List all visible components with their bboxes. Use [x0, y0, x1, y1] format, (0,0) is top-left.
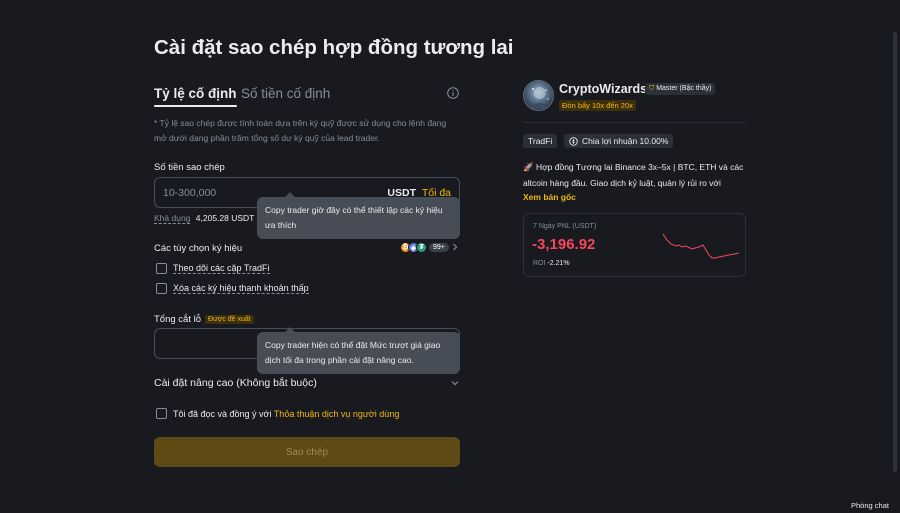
usdt-icon: ₮: [416, 242, 427, 253]
see-original-link[interactable]: Xem bản gốc: [523, 192, 576, 202]
agreement-text: Tôi đã đọc và đồng ý với Thỏa thuận dịch…: [173, 409, 399, 419]
divider: [523, 122, 746, 123]
trader-name[interactable]: CryptoWizards: [559, 82, 647, 96]
pnl-sparkline: [662, 233, 740, 259]
roi: ROI -2.21%: [533, 260, 570, 267]
available-value: 4,205.28 USDT: [195, 213, 255, 223]
master-level-label: Master (Bậc thầy): [656, 85, 712, 92]
symbol-settings-tooltip: Copy trader giờ đây có thể thiết lập các…: [257, 192, 460, 239]
page-title: Cài đặt sao chép hợp đồng tương lai: [154, 36, 514, 59]
available-label: Khả dụng: [154, 213, 191, 224]
remove-low-liquidity-checkbox[interactable]: [156, 283, 167, 294]
pnl-card: 7 Ngày PNL (USDT) -3,196.92 ROI -2.21%: [523, 213, 746, 277]
tradfi-tag: TradFi: [523, 134, 558, 148]
master-badge: ⛉ Master (Bậc thầy): [645, 83, 716, 95]
tab-fixed-amount[interactable]: Số tiền cố định: [241, 86, 330, 101]
copy-button[interactable]: Sao chép: [154, 437, 460, 467]
slippage-tooltip: Copy trader hiện có thể đặt Mức trượt gi…: [257, 327, 460, 374]
copy-amount-label: Số tiền sao chép: [154, 162, 225, 173]
tab-fixed-ratio[interactable]: Tỷ lệ cố định: [154, 86, 237, 107]
follow-tradfi-checkbox[interactable]: [156, 263, 167, 274]
chevron-right-icon[interactable]: [451, 243, 459, 251]
follow-tradfi-label: Theo dõi các cặp TradFi: [173, 263, 270, 274]
agreement-checkbox[interactable]: [156, 408, 167, 419]
stop-loss-label: Tổng cắt lỗ Được đề xuất: [154, 314, 254, 325]
profit-share-tag: Chia lợi nhuận 10.00%: [564, 134, 674, 148]
leverage-badge: Đòn bẩy 10x đến 20x: [559, 100, 636, 111]
info-icon[interactable]: [447, 87, 459, 99]
user-agreement-link[interactable]: Thỏa thuận dịch vụ người dùng: [274, 409, 400, 419]
copy-ratio-description: * Tỷ lệ sao chép được tính toán dựa trên…: [154, 118, 447, 143]
chevron-down-icon[interactable]: [451, 379, 459, 387]
trader-avatar-image: [529, 87, 550, 109]
master-level-icon: ⛉: [649, 85, 655, 92]
chat-room-link[interactable]: Phòng chat: [851, 501, 889, 510]
agreement-text-label: Tôi đã đọc và đồng ý với: [173, 408, 272, 419]
roi-label: ROI: [533, 260, 546, 267]
follow-tradfi-option[interactable]: Theo dõi các cặp TradFi: [156, 263, 270, 274]
agreement-option[interactable]: Tôi đã đọc và đồng ý với Thỏa thuận dịch…: [156, 408, 399, 419]
symbol-coins[interactable]: ₿ ◆ ₮ 99+: [400, 241, 450, 254]
profit-share-label: Chia lợi nhuận 10.00%: [582, 136, 669, 146]
pnl-value: -3,196.92: [532, 236, 596, 253]
available-balance: Khả dụng 4,205.28 USDT: [154, 213, 255, 224]
advanced-settings-toggle[interactable]: Cài đặt nâng cao (Không bắt buộc): [154, 377, 317, 389]
trader-avatar[interactable]: [523, 80, 554, 111]
pnl-label: 7 Ngày PNL (USDT): [533, 223, 597, 230]
symbol-options-label: Các tùy chọn ký hiệu: [154, 243, 243, 254]
trader-bio: 🚀 Hợp đồng Tương lai Binance 3x–5x | BTC…: [523, 162, 744, 188]
more-symbols-count: 99+: [428, 242, 450, 253]
coin-icon: [569, 136, 578, 146]
recommended-badge: Được đề xuất: [205, 315, 254, 324]
page-scrollbar[interactable]: [893, 32, 897, 472]
stop-loss-label-text: Tổng cắt lỗ: [154, 314, 201, 325]
remove-low-liquidity-label: Xóa các ký hiệu thanh khoản thấp: [173, 283, 309, 294]
roi-value: -2.21%: [547, 260, 570, 267]
remove-low-liquidity-option[interactable]: Xóa các ký hiệu thanh khoản thấp: [156, 283, 309, 294]
